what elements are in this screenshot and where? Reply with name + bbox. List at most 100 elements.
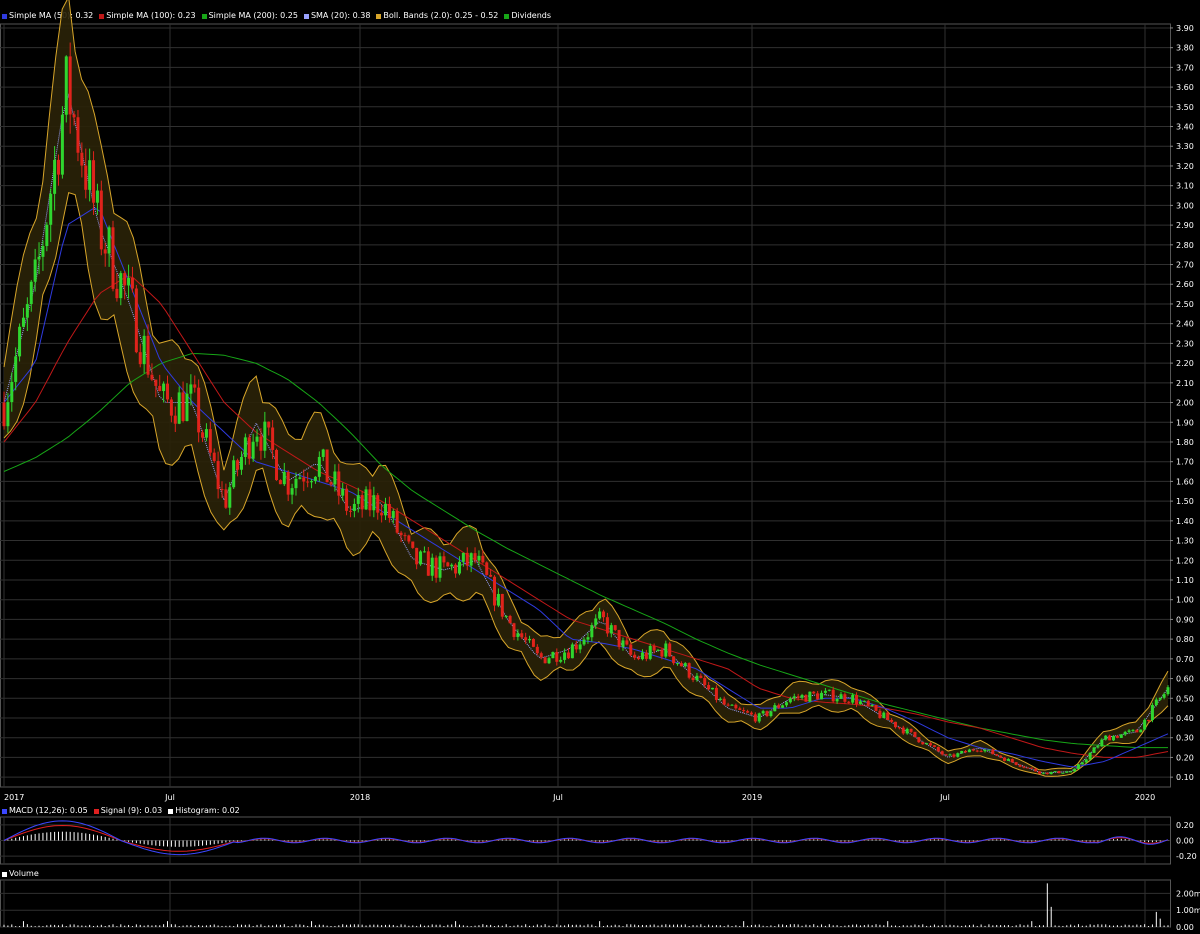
candle-body bbox=[524, 637, 528, 641]
candle-body bbox=[835, 698, 839, 702]
price-tick-label: 0.50 bbox=[1176, 694, 1194, 703]
candle-body bbox=[862, 700, 866, 702]
price-tick-label: 2.20 bbox=[1176, 359, 1194, 368]
candle-body bbox=[1131, 729, 1135, 731]
candle-body bbox=[897, 727, 901, 729]
candle-body bbox=[1088, 752, 1092, 760]
price-tick-label: 2.00 bbox=[1176, 399, 1194, 408]
candle-body bbox=[769, 711, 773, 717]
price-axis: 3.90 3.80 3.70 3.60 3.50 3.40 3.30 3.20 3.10 3.00… bbox=[1170, 24, 1194, 782]
candle-body bbox=[481, 555, 485, 563]
price-tick-label: 0.40 bbox=[1176, 714, 1194, 723]
candle-body bbox=[913, 731, 917, 738]
candle-body bbox=[1006, 759, 1010, 761]
candle-body bbox=[138, 352, 142, 365]
candle-body bbox=[500, 593, 504, 617]
candle-body bbox=[496, 593, 500, 606]
candle-body bbox=[987, 749, 991, 751]
candle-body bbox=[691, 677, 695, 681]
candle-body bbox=[60, 114, 64, 175]
candle-body bbox=[220, 489, 224, 491]
volume-panel: 2.00m 1.00m 0.00 bbox=[0, 879, 1200, 932]
price-tick-label: 1.20 bbox=[1176, 556, 1194, 565]
candle-body bbox=[1108, 735, 1112, 741]
candle-body bbox=[275, 449, 279, 481]
candle-body bbox=[1010, 759, 1014, 763]
candle-body bbox=[255, 436, 259, 442]
candle-body bbox=[707, 685, 711, 690]
candle-body bbox=[675, 663, 679, 665]
candle-body bbox=[333, 471, 337, 485]
candle-body bbox=[134, 288, 138, 353]
volume-tick-label: 2.00m bbox=[1176, 889, 1200, 898]
candle-body bbox=[1022, 766, 1026, 768]
candle-body bbox=[181, 392, 185, 421]
price-tick-label: 0.70 bbox=[1176, 655, 1194, 664]
candle-body bbox=[1115, 736, 1119, 738]
candle-body bbox=[1069, 771, 1073, 773]
candle-body bbox=[111, 227, 115, 289]
candle-body bbox=[41, 246, 45, 257]
candle-body bbox=[547, 658, 551, 664]
candle-body bbox=[847, 701, 851, 703]
macd-tick-label: 0.20 bbox=[1176, 821, 1194, 830]
candle-body bbox=[683, 663, 687, 667]
candle-body bbox=[722, 698, 726, 705]
price-tick-label: 3.00 bbox=[1176, 201, 1194, 210]
candle-body bbox=[53, 159, 57, 194]
price-tick-label: 3.30 bbox=[1176, 142, 1194, 151]
candle-body bbox=[419, 551, 423, 565]
candle-body bbox=[411, 541, 415, 548]
candle-body bbox=[1061, 772, 1065, 774]
candle-body bbox=[364, 489, 368, 510]
candle-body bbox=[430, 557, 434, 576]
candle-body bbox=[594, 618, 598, 626]
x-tick-label: 2019 bbox=[742, 793, 762, 802]
candle-body bbox=[823, 690, 827, 693]
candle-body bbox=[613, 625, 617, 630]
candle-body bbox=[395, 511, 399, 533]
candle-body bbox=[1162, 694, 1166, 698]
candle-body bbox=[1147, 719, 1151, 721]
candle-body bbox=[348, 510, 352, 512]
candle-body bbox=[450, 564, 454, 567]
candle-body bbox=[434, 557, 438, 578]
candle-body bbox=[166, 383, 170, 400]
candle-body bbox=[559, 659, 563, 662]
candle-body bbox=[485, 562, 489, 575]
candle-body bbox=[660, 649, 664, 657]
price-tick-label: 1.90 bbox=[1176, 418, 1194, 427]
candle-body bbox=[827, 689, 831, 691]
candle-body bbox=[757, 713, 761, 722]
candle-body bbox=[742, 710, 746, 712]
candle-body bbox=[699, 675, 703, 679]
candle-body bbox=[773, 705, 777, 712]
candle-body bbox=[648, 645, 652, 659]
candle-body bbox=[1030, 767, 1034, 769]
candle-body bbox=[306, 481, 310, 483]
candle-body bbox=[158, 385, 162, 392]
price-tick-label: 3.10 bbox=[1176, 182, 1194, 191]
candle-body bbox=[508, 615, 512, 624]
price-tick-label: 0.20 bbox=[1176, 753, 1194, 762]
candle-body bbox=[415, 547, 419, 565]
candle-body bbox=[870, 704, 874, 706]
candle-body bbox=[286, 472, 290, 495]
price-tick-label: 1.00 bbox=[1176, 596, 1194, 605]
candle-body bbox=[718, 698, 722, 700]
candle-body bbox=[644, 652, 648, 659]
price-tick-label: 2.10 bbox=[1176, 379, 1194, 388]
candle-body bbox=[820, 692, 824, 700]
candle-body bbox=[399, 532, 403, 536]
price-tick-label: 1.80 bbox=[1176, 438, 1194, 447]
candle-body bbox=[734, 704, 738, 709]
candle-body bbox=[788, 698, 792, 703]
price-tick-label: 3.60 bbox=[1176, 83, 1194, 92]
candle-body bbox=[76, 117, 80, 153]
candle-body bbox=[243, 437, 247, 457]
candle-body bbox=[162, 383, 166, 392]
candle-body bbox=[878, 710, 882, 718]
candle-body bbox=[1123, 731, 1127, 735]
candle-body bbox=[621, 640, 625, 647]
candle-body bbox=[49, 193, 53, 225]
